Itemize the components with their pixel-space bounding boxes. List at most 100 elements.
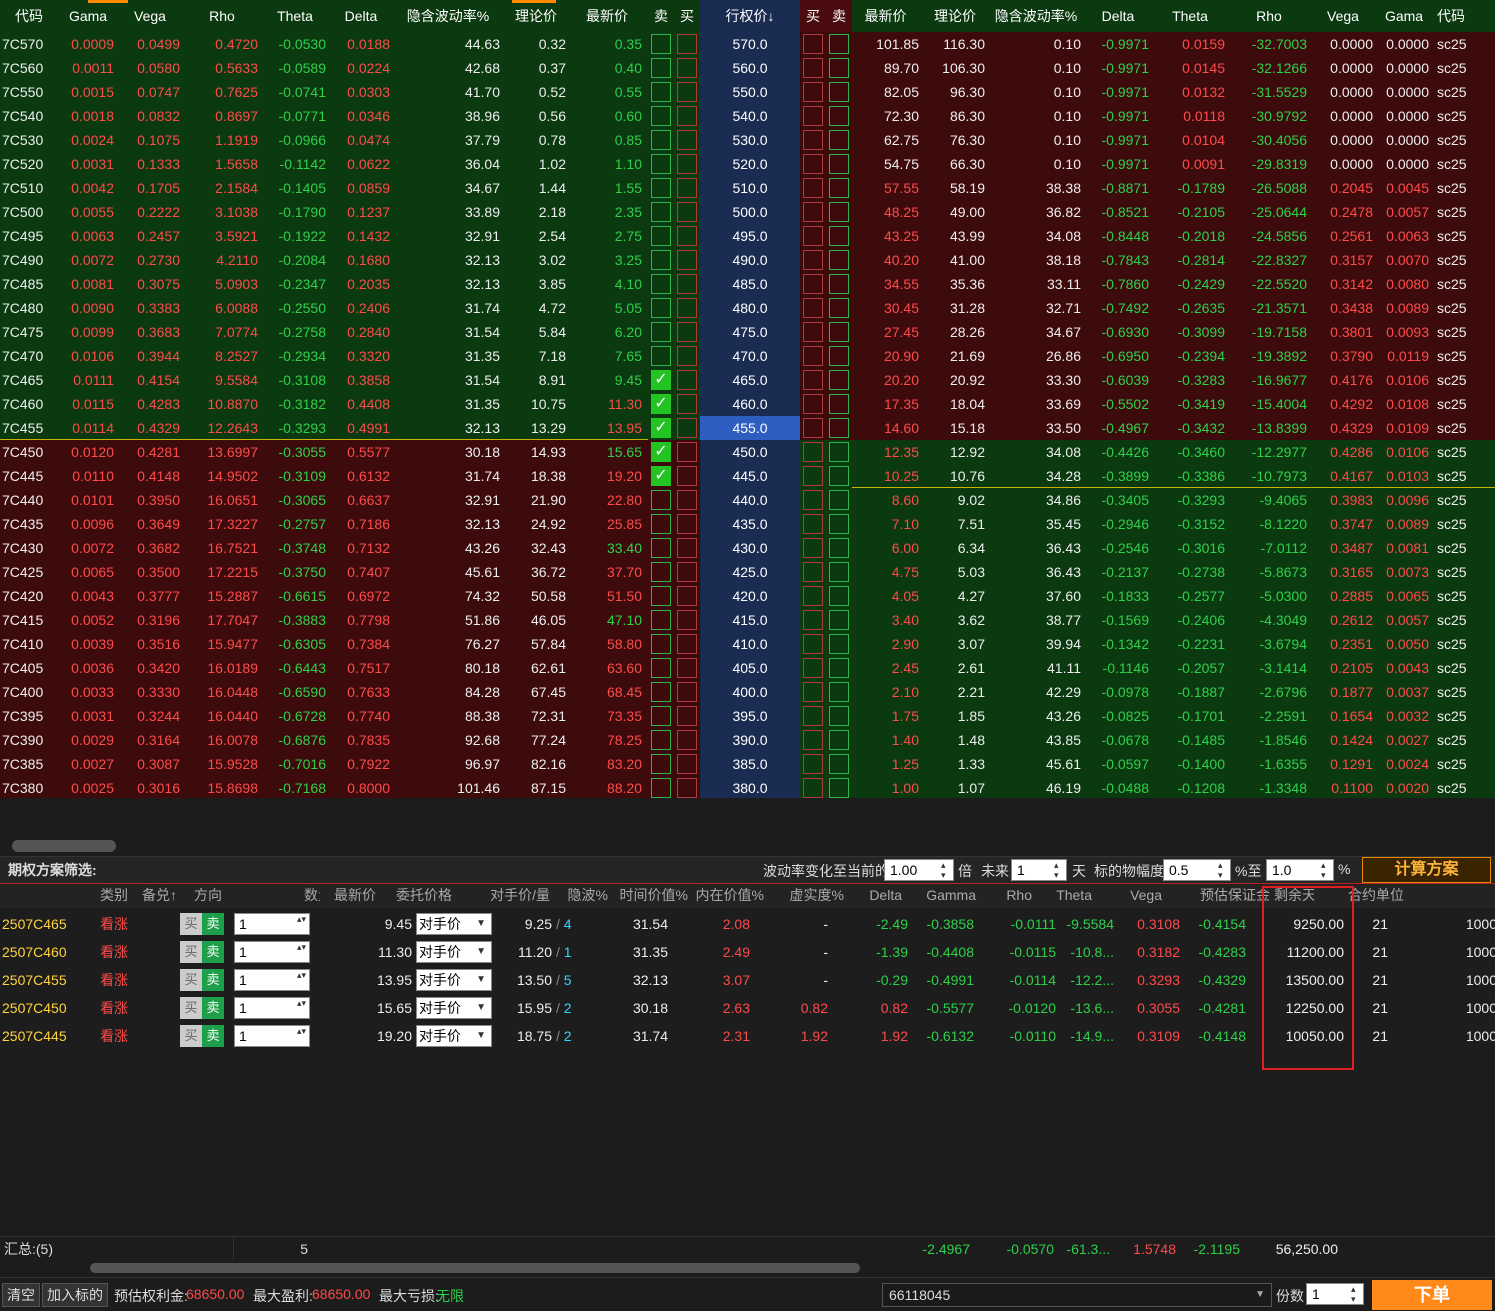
price-type-select[interactable]: 对手价 [416, 941, 492, 963]
call-sell-checkbox[interactable] [648, 320, 674, 344]
call-buy-checkbox[interactable] [674, 416, 700, 440]
call-buy-checkbox[interactable] [674, 464, 700, 488]
put-sell-checkbox[interactable] [826, 776, 852, 798]
call-buy-checkbox[interactable] [674, 392, 700, 416]
call-buy-checkbox[interactable] [674, 56, 700, 80]
strike-cell[interactable]: 540.0 [700, 104, 800, 128]
call-buy-checkbox[interactable] [674, 32, 700, 56]
plan-col-3[interactable]: 数量 [258, 884, 320, 908]
put-buy-checkbox[interactable] [800, 368, 826, 392]
chain-row[interactable]: 7C385 0.0027 0.3087 15.9528 -0.7016 0.7922 96.… [0, 752, 1495, 776]
call-buy-checkbox[interactable] [674, 560, 700, 584]
call-buy-checkbox[interactable] [674, 512, 700, 536]
call-sell-checkbox[interactable]: ✓ [648, 464, 674, 488]
plan-col-5[interactable]: 委托价格 [380, 884, 456, 908]
plan-col-7[interactable]: 隐波% [554, 884, 612, 908]
call-buy-checkbox[interactable] [674, 488, 700, 512]
call-buy-checkbox[interactable] [674, 368, 700, 392]
qty-stepper[interactable]: 1 [234, 1025, 310, 1047]
plan-col-8[interactable]: 时间价值% [612, 884, 692, 908]
qty-stepper[interactable]: 1 [234, 941, 310, 963]
call-sell-checkbox[interactable] [648, 296, 674, 320]
call-sell-checkbox[interactable] [648, 512, 674, 536]
strike-cell[interactable]: 490.0 [700, 248, 800, 272]
put-sell-checkbox[interactable] [826, 224, 852, 248]
strike-cell[interactable]: 420.0 [700, 584, 800, 608]
put-sell-checkbox[interactable] [826, 176, 852, 200]
call-buy-checkbox[interactable] [674, 680, 700, 704]
call-buy-checkbox[interactable] [674, 224, 700, 248]
strike-cell[interactable]: 570.0 [700, 32, 800, 56]
col-right-5[interactable]: Rho [1231, 0, 1313, 32]
put-buy-checkbox[interactable] [800, 152, 826, 176]
put-sell-checkbox[interactable] [826, 656, 852, 680]
plan-col-14[interactable]: Theta [1036, 884, 1096, 908]
chain-row[interactable]: 7C520 0.0031 0.1333 1.5658 -0.1142 0.0622 36.0… [0, 152, 1495, 176]
strike-cell[interactable]: 445.0 [700, 464, 800, 488]
vol-input[interactable]: 1.00 [884, 859, 954, 881]
chain-row[interactable]: 7C470 0.0106 0.3944 8.2527 -0.2934 0.3320 31.3… [0, 344, 1495, 368]
put-sell-checkbox[interactable] [826, 704, 852, 728]
strike-cell[interactable]: 435.0 [700, 512, 800, 536]
add-underlying-button[interactable]: 加入标的 [42, 1283, 108, 1307]
chain-row[interactable]: 7C490 0.0072 0.2730 4.2110 -0.2084 0.1680 32.1… [0, 248, 1495, 272]
put-buy-checkbox[interactable] [800, 728, 826, 752]
qty-stepper[interactable]: 1 [234, 969, 310, 991]
call-buy-checkbox[interactable] [674, 704, 700, 728]
col-right-1[interactable]: 理论价 [925, 0, 991, 32]
plan-col-15[interactable]: Vega [1096, 884, 1166, 908]
call-buy-checkbox[interactable] [674, 728, 700, 752]
qty-stepper[interactable]: 1 [234, 997, 310, 1019]
calc-plan-button[interactable]: 计算方案 [1362, 857, 1491, 883]
call-sell-checkbox[interactable] [648, 536, 674, 560]
chain-row[interactable]: 7C420 0.0043 0.3777 15.2887 -0.6615 0.6972 74.… [0, 584, 1495, 608]
col-left-code[interactable]: 代码 [0, 0, 62, 32]
put-buy-checkbox[interactable] [800, 752, 826, 776]
chain-row[interactable]: 7C460 0.0115 0.4283 10.8870 -0.3182 0.4408 31.… [0, 392, 1495, 416]
col-right-0[interactable]: 最新价 [852, 0, 925, 32]
call-sell-checkbox[interactable] [648, 32, 674, 56]
scroll-thumb[interactable] [12, 840, 116, 852]
call-buy-checkbox[interactable] [674, 344, 700, 368]
put-sell-checkbox[interactable] [826, 488, 852, 512]
put-sell-checkbox[interactable] [826, 200, 852, 224]
call-buy-checkbox[interactable] [674, 80, 700, 104]
buy-toggle[interactable]: 买 [180, 941, 202, 963]
chain-row[interactable]: 7C510 0.0042 0.1705 2.1584 -0.1405 0.0859 34.6… [0, 176, 1495, 200]
strike-cell[interactable]: 510.0 [700, 176, 800, 200]
col-right-7[interactable]: Gama [1379, 0, 1435, 32]
strike-cell[interactable]: 460.0 [700, 392, 800, 416]
call-sell-checkbox[interactable] [648, 128, 674, 152]
call-sell-checkbox[interactable]: ✓ [648, 392, 674, 416]
call-sell-checkbox[interactable] [648, 680, 674, 704]
col-left-gamma[interactable]: Gama [62, 0, 120, 32]
plan-col-10[interactable]: 虚实度% [768, 884, 848, 908]
strike-cell[interactable]: 465.0 [700, 368, 800, 392]
strike-cell[interactable]: 475.0 [700, 320, 800, 344]
chain-row[interactable]: 7C425 0.0065 0.3500 17.2215 -0.3750 0.7407 45.… [0, 560, 1495, 584]
call-sell-checkbox[interactable] [648, 584, 674, 608]
put-sell-checkbox[interactable] [826, 680, 852, 704]
put-buy-checkbox[interactable] [800, 80, 826, 104]
chain-row[interactable]: 7C390 0.0029 0.3164 16.0078 -0.6876 0.7835 92.… [0, 728, 1495, 752]
put-buy-checkbox[interactable] [800, 608, 826, 632]
call-buy-checkbox[interactable] [674, 584, 700, 608]
put-sell-checkbox[interactable] [826, 248, 852, 272]
plan-col-1[interactable]: 备兑↑ [142, 884, 182, 908]
call-sell-checkbox[interactable]: ✓ [648, 416, 674, 440]
call-buy-checkbox[interactable] [674, 320, 700, 344]
call-sell-checkbox[interactable] [648, 656, 674, 680]
put-sell-checkbox[interactable] [826, 32, 852, 56]
plan-col-0[interactable]: 类别 [100, 884, 142, 908]
put-buy-checkbox[interactable] [800, 680, 826, 704]
future-days-input[interactable]: 1 [1011, 859, 1067, 881]
sell-toggle[interactable]: 卖 [202, 1025, 224, 1047]
sell-toggle[interactable]: 卖 [202, 969, 224, 991]
chain-row[interactable]: 7C530 0.0024 0.1075 1.1919 -0.0966 0.0474 37.7… [0, 128, 1495, 152]
put-sell-checkbox[interactable] [826, 416, 852, 440]
strike-cell[interactable]: 550.0 [700, 80, 800, 104]
call-sell-checkbox[interactable] [648, 344, 674, 368]
put-sell-checkbox[interactable] [826, 128, 852, 152]
chain-row[interactable]: 7C410 0.0039 0.3516 15.9477 -0.6305 0.7384 76.… [0, 632, 1495, 656]
strike-cell[interactable]: 440.0 [700, 488, 800, 512]
